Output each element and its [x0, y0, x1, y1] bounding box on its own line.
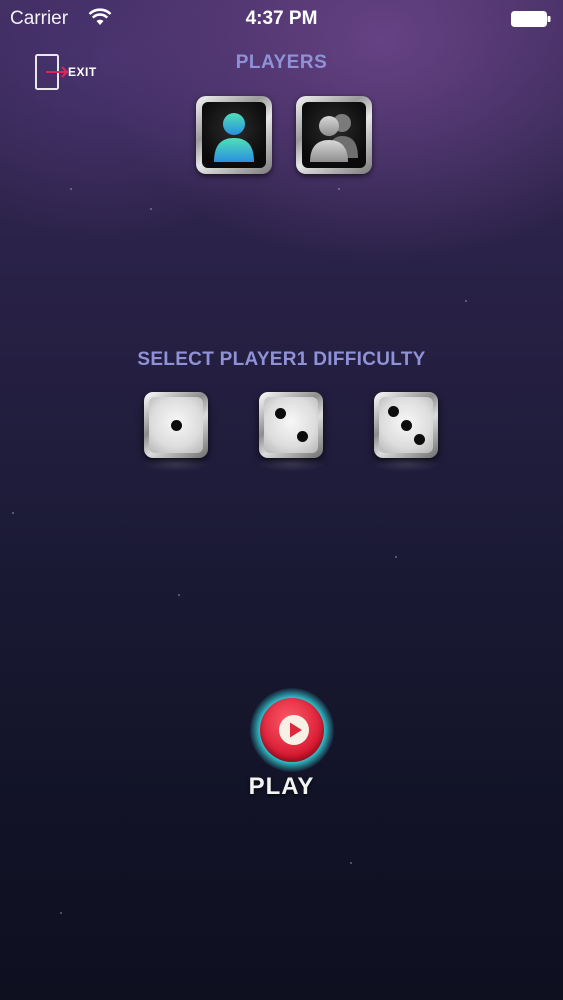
multi-player-icon — [310, 114, 358, 162]
multi-player-button[interactable] — [296, 96, 372, 174]
single-player-button[interactable] — [196, 96, 272, 174]
play-button[interactable] — [250, 688, 334, 772]
dice-shadow — [256, 456, 326, 472]
difficulty-easy-button[interactable] — [144, 392, 208, 458]
players-title: PLAYERS — [235, 52, 328, 73]
dice-three-icon — [379, 397, 433, 453]
status-time: 4:37 PM — [245, 8, 318, 29]
play-label[interactable]: PLAY — [0, 773, 563, 801]
battery-icon — [511, 11, 551, 27]
status-bar: Carrier 4:37 PM — [0, 0, 563, 38]
play-button-circle — [260, 698, 324, 762]
difficulty-title: SELECT PLAYER1 DIFFICULTY — [137, 349, 426, 370]
dice-shadow — [141, 456, 211, 472]
difficulty-hard-button[interactable] — [374, 392, 438, 458]
background-stars — [0, 0, 563, 1000]
play-icon — [279, 715, 309, 745]
dice-one-icon — [149, 397, 203, 453]
difficulty-medium-button[interactable] — [259, 392, 323, 458]
single-player-icon — [214, 113, 254, 162]
dice-two-icon — [264, 397, 318, 453]
dice-shadow — [371, 456, 441, 472]
